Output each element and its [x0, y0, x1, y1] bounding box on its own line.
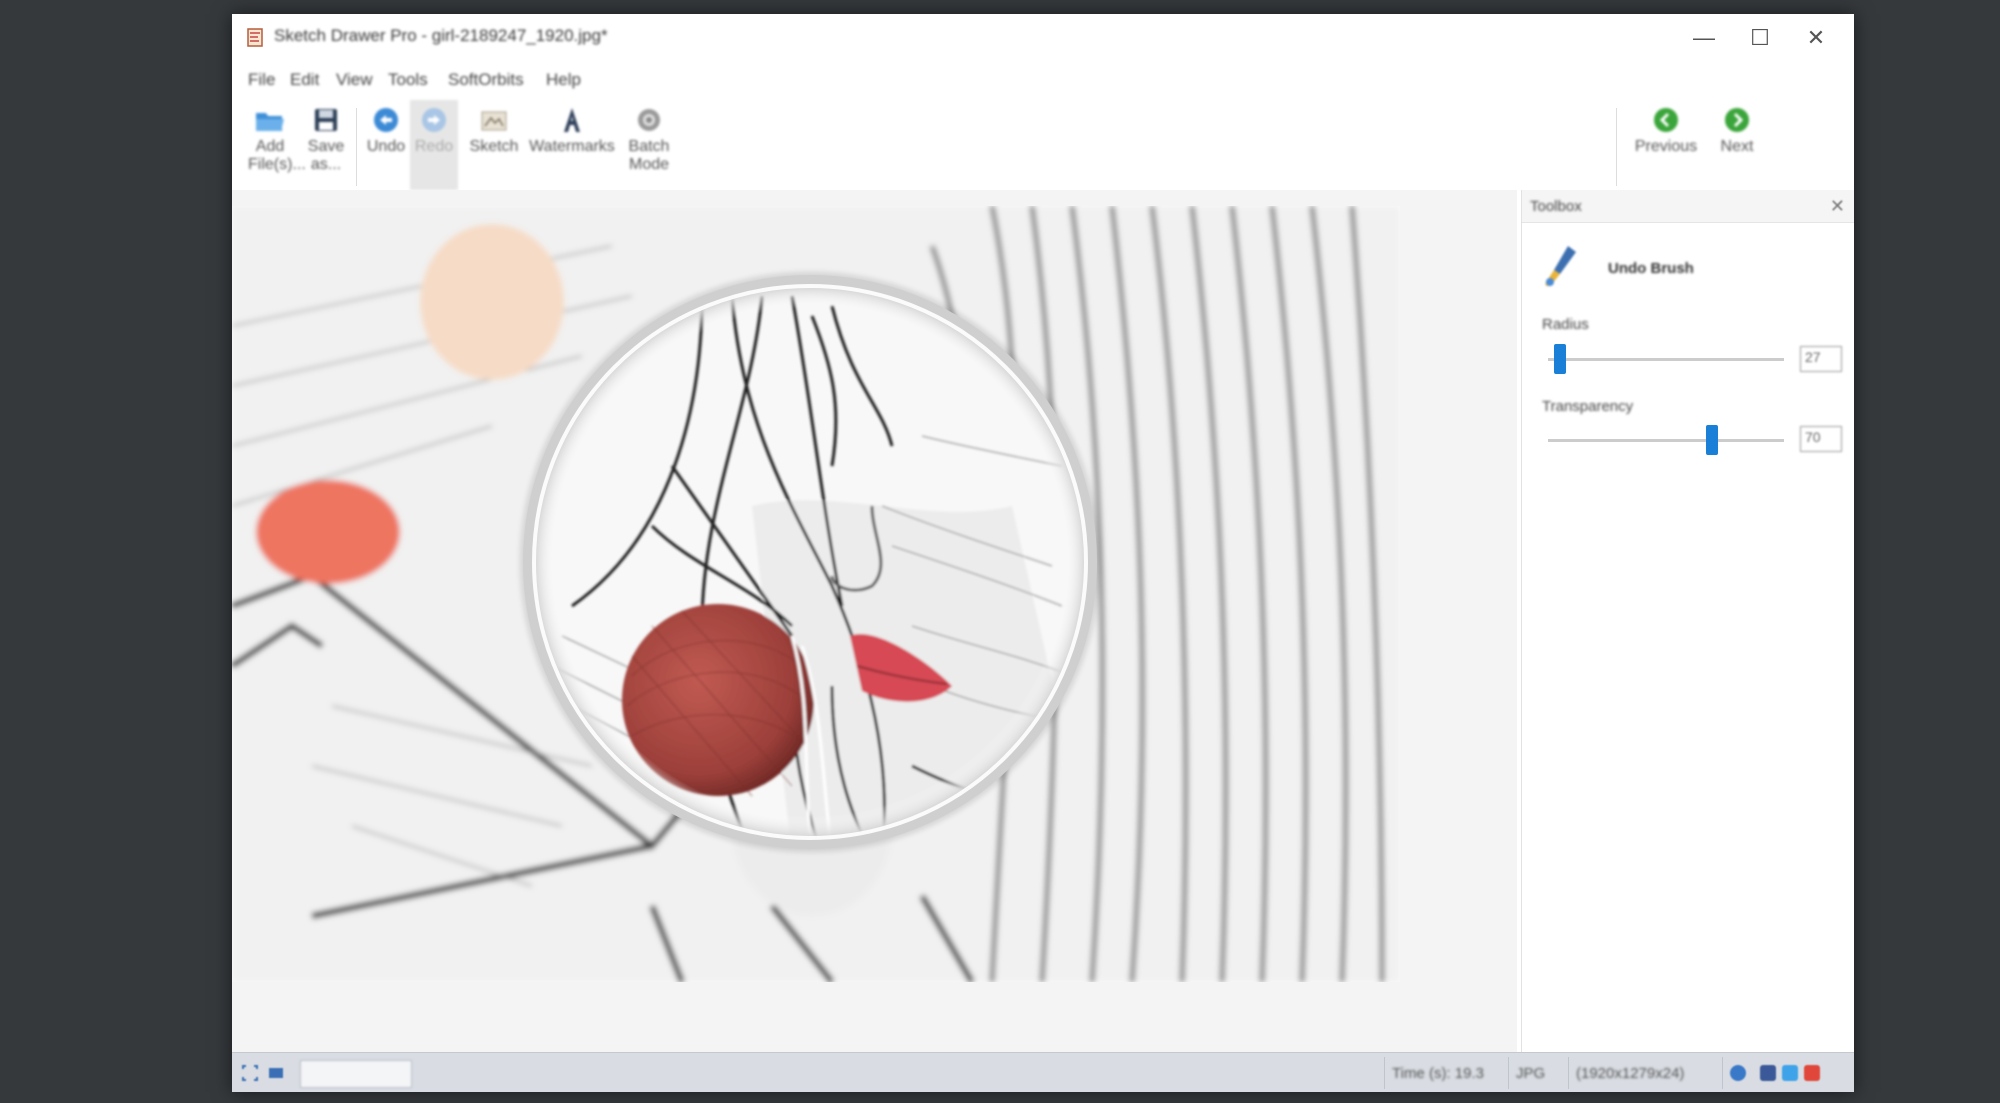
save-as-button[interactable]: Save as... — [306, 106, 346, 174]
info-icon[interactable] — [1730, 1065, 1746, 1081]
window-title: Sketch Drawer Pro - girl-2189247_1920.jp… — [274, 26, 608, 45]
watermarks-button[interactable]: Watermarks — [524, 106, 620, 156]
menu-edit[interactable]: Edit — [290, 70, 319, 90]
add-files-button[interactable]: Add File(s)... — [248, 106, 306, 174]
watermark-icon — [556, 106, 588, 134]
status-separator — [1508, 1057, 1509, 1089]
menu-help[interactable]: Help — [546, 70, 581, 90]
toolbar: Add File(s)... Save as... Undo Redo Sket… — [232, 96, 1854, 202]
tool-name: Undo Brush — [1608, 260, 1694, 277]
save-icon — [310, 106, 342, 134]
toolbox-header: Toolbox ✕ — [1522, 190, 1854, 223]
toolbox-panel: Toolbox ✕ Undo Brush Radius 27 Transpare… — [1521, 190, 1854, 1052]
sketch-icon — [478, 106, 510, 134]
status-format: JPG — [1516, 1065, 1546, 1082]
menu-bar: File Edit View Tools SoftOrbits Help — [232, 64, 1854, 94]
toolbox-title: Toolbox — [1530, 198, 1582, 215]
status-separator — [1568, 1057, 1569, 1089]
transparency-slider-thumb[interactable] — [1706, 425, 1718, 455]
status-time: Time (s): 19.3 — [1392, 1065, 1484, 1082]
toolbar-separator — [1616, 108, 1617, 186]
status-separator — [1384, 1057, 1385, 1089]
status-dimensions: (1920x1279x24) — [1576, 1065, 1685, 1082]
radius-slider[interactable] — [1548, 358, 1784, 361]
radius-label: Radius — [1542, 316, 1589, 333]
title-bar: Sketch Drawer Pro - girl-2189247_1920.jp… — [232, 14, 1854, 62]
status-bar: Time (s): 19.3 JPG (1920x1279x24) — [232, 1052, 1854, 1092]
gear-icon — [633, 106, 665, 134]
next-icon — [1721, 106, 1753, 134]
next-button[interactable]: Next — [1712, 106, 1762, 156]
previous-button[interactable]: Previous — [1624, 106, 1708, 156]
menu-softorbits[interactable]: SoftOrbits — [448, 70, 524, 90]
menu-view[interactable]: View — [336, 70, 373, 90]
twitter-icon[interactable] — [1782, 1065, 1798, 1081]
transparency-input[interactable]: 70 — [1800, 426, 1842, 452]
maximize-button[interactable]: ☐ — [1732, 20, 1788, 56]
zoom-combo[interactable] — [300, 1060, 412, 1088]
folder-open-icon — [254, 106, 286, 134]
actual-size-icon[interactable] — [266, 1063, 286, 1083]
toolbar-separator — [356, 108, 357, 186]
radius-slider-thumb[interactable] — [1554, 344, 1566, 374]
undo-icon — [370, 106, 402, 134]
youtube-icon[interactable] — [1804, 1065, 1820, 1081]
fit-to-window-icon[interactable] — [240, 1063, 260, 1083]
image-canvas-area[interactable] — [232, 190, 1517, 1052]
close-icon[interactable]: ✕ — [1830, 196, 1845, 217]
redo-icon — [418, 106, 450, 134]
batch-mode-button[interactable]: Batch Mode — [624, 106, 674, 174]
menu-file[interactable]: File — [248, 70, 275, 90]
facebook-icon[interactable] — [1760, 1065, 1776, 1081]
undo-button[interactable]: Undo — [362, 106, 410, 156]
sketch-image[interactable] — [232, 206, 1400, 982]
status-separator — [1722, 1057, 1723, 1089]
close-button[interactable]: ✕ — [1788, 20, 1844, 56]
transparency-label: Transparency — [1542, 398, 1634, 415]
redo-button[interactable]: Redo — [410, 100, 458, 190]
transparency-slider[interactable] — [1548, 439, 1784, 442]
radius-input[interactable]: 27 — [1800, 346, 1842, 372]
sketch-button[interactable]: Sketch — [464, 106, 524, 156]
minimize-button[interactable]: — — [1676, 20, 1732, 56]
undo-brush-icon — [1545, 246, 1576, 287]
app-icon — [247, 28, 263, 47]
previous-icon — [1650, 106, 1682, 134]
app-window: Sketch Drawer Pro - girl-2189247_1920.jp… — [232, 14, 1854, 1092]
menu-tools[interactable]: Tools — [388, 70, 428, 90]
